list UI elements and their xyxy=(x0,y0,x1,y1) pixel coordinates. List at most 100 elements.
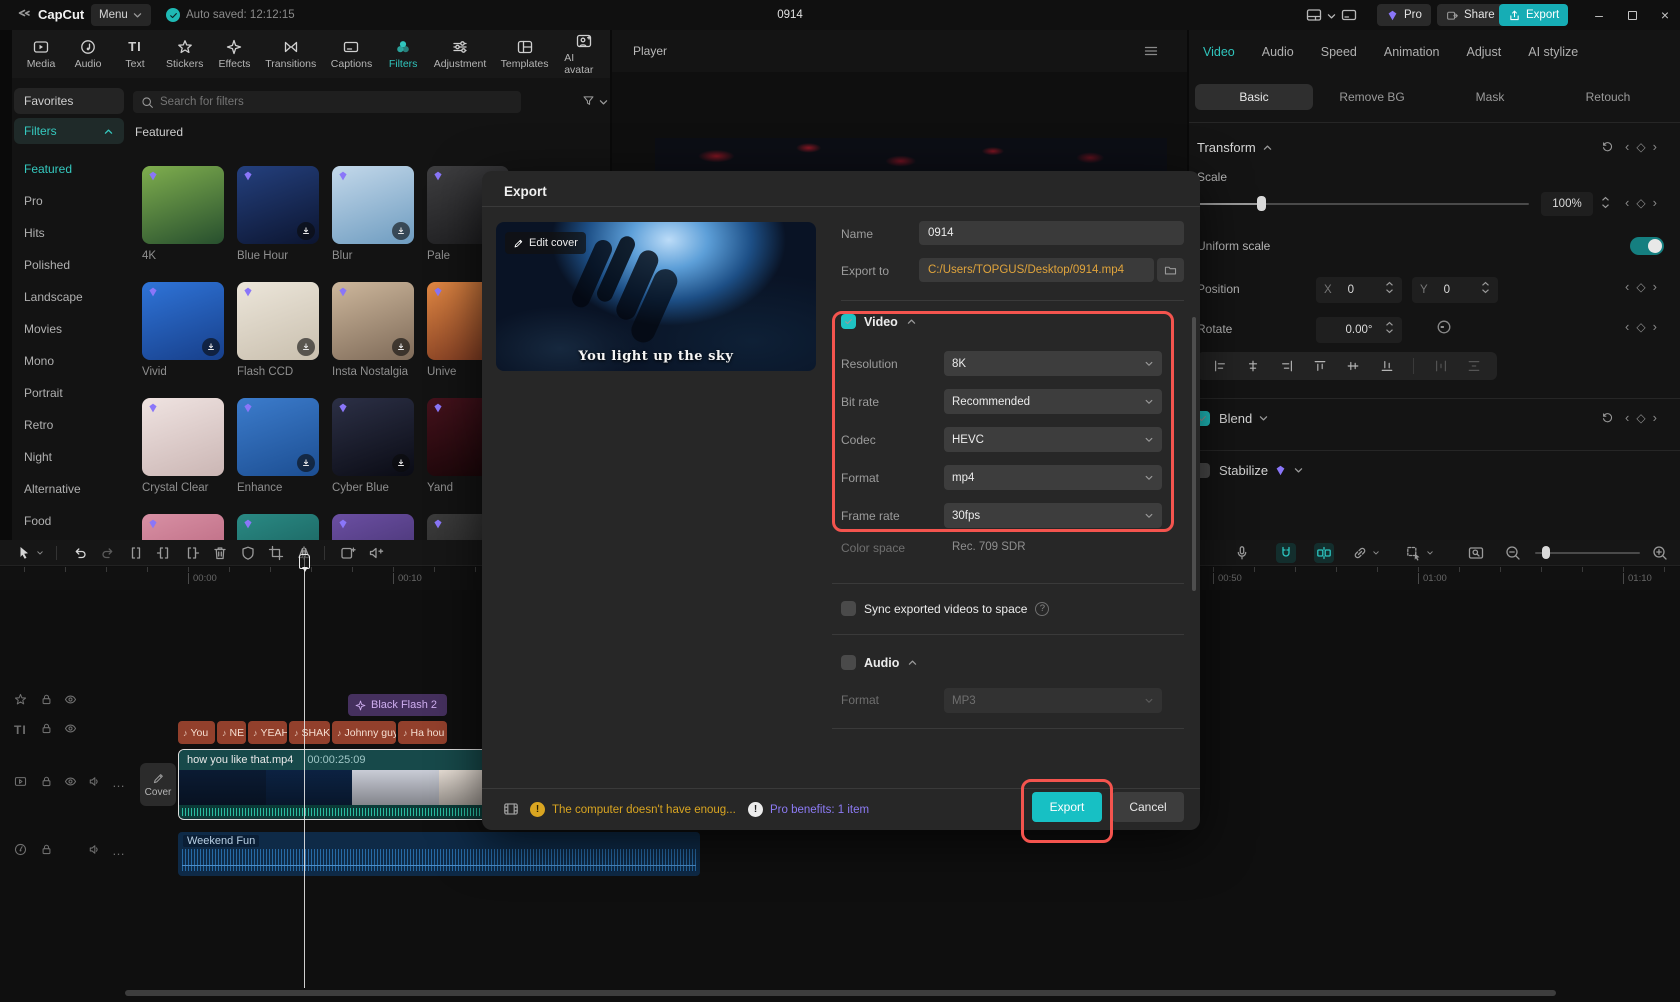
toolbar-item-transitions[interactable]: Transitions xyxy=(261,37,321,72)
subtab-retouch[interactable]: Retouch xyxy=(1549,84,1667,110)
toolbar-item-stickers[interactable]: Stickers xyxy=(161,37,208,72)
rotate-dial-icon[interactable] xyxy=(1436,319,1452,335)
filter-card-blue-hour[interactable]: Blue Hour xyxy=(237,166,319,262)
export-button-titlebar[interactable]: Export xyxy=(1499,4,1568,26)
trim-left-icon[interactable] xyxy=(156,545,172,561)
dropdown-resolution[interactable]: 8K xyxy=(944,351,1162,376)
pro-benefits-text[interactable]: Pro benefits: 1 item xyxy=(770,804,869,816)
filter-card-insta-nostalgia[interactable]: Insta Nostalgia xyxy=(332,282,414,378)
download-icon[interactable] xyxy=(202,338,220,356)
video-track-icon[interactable] xyxy=(14,775,27,788)
scale-stepper[interactable] xyxy=(1601,196,1610,209)
export-path-input[interactable]: C:/Users/TOPGUS/Desktop/0914.mp4 xyxy=(919,258,1154,282)
horizontal-scrollbar[interactable] xyxy=(125,990,1556,996)
scale-slider-thumb[interactable] xyxy=(1257,196,1266,211)
magnet-icon[interactable] xyxy=(1276,543,1296,563)
align-center-h-icon[interactable] xyxy=(1246,359,1260,373)
filter-card-blur[interactable]: Blur xyxy=(332,166,414,262)
speaker-icon[interactable] xyxy=(88,843,101,856)
y-stepper[interactable] xyxy=(1481,281,1490,294)
video-preview[interactable] xyxy=(655,138,1167,171)
export-confirm-button[interactable]: Export xyxy=(1032,792,1102,822)
tab-animation[interactable]: Animation xyxy=(1384,45,1440,59)
trim-right-icon[interactable] xyxy=(184,545,200,561)
download-icon[interactable] xyxy=(297,454,315,472)
eye-icon[interactable] xyxy=(64,693,77,706)
sync-checkbox[interactable] xyxy=(841,601,856,616)
tab-ai-stylize[interactable]: AI stylize xyxy=(1528,45,1578,59)
edit-cover-button[interactable]: Edit cover xyxy=(505,232,586,254)
blend-reset-icon[interactable] xyxy=(1601,411,1614,424)
x-stepper[interactable] xyxy=(1385,281,1394,294)
transform-section[interactable]: Transform xyxy=(1197,140,1273,155)
cursor-icon[interactable] xyxy=(16,545,32,561)
funnel-icon[interactable] xyxy=(582,94,595,107)
stabilize-section[interactable]: Stabilize xyxy=(1219,463,1304,478)
star-icon[interactable] xyxy=(14,693,27,706)
tab-video[interactable]: Video xyxy=(1203,45,1235,59)
close-button[interactable]: × xyxy=(1650,0,1680,30)
align-top-icon[interactable] xyxy=(1313,359,1327,373)
align-left-icon[interactable] xyxy=(1213,359,1227,373)
keyframe-controls[interactable]: ‹◇› xyxy=(1625,139,1657,154)
effect-clip[interactable]: Black Flash 2 xyxy=(348,694,447,716)
trash-icon[interactable] xyxy=(212,545,228,561)
download-icon[interactable] xyxy=(392,338,410,356)
timeline-zoom-slider[interactable] xyxy=(1535,552,1640,554)
align-bottom-icon[interactable] xyxy=(1380,359,1394,373)
download-icon[interactable] xyxy=(297,338,315,356)
align-right-icon[interactable] xyxy=(1280,359,1294,373)
sidebar-item-portrait[interactable]: Portrait xyxy=(14,378,124,408)
filter-card-cyber-blue[interactable]: Cyber Blue xyxy=(332,398,414,494)
link-icon[interactable] xyxy=(1352,545,1368,561)
text-clip[interactable]: ♪SHAK xyxy=(289,721,330,744)
minimize-button[interactable]: – xyxy=(1584,0,1614,30)
audio-clip[interactable]: Weekend Fun xyxy=(178,832,700,876)
collapse-icon[interactable] xyxy=(907,657,918,668)
dialog-scrollbar[interactable] xyxy=(1192,317,1196,591)
sidebar-item-hits[interactable]: Hits xyxy=(14,218,124,248)
video-checkbox[interactable] xyxy=(841,314,856,329)
text-clip[interactable]: ♪NE xyxy=(217,721,246,744)
text-clip[interactable]: ♪YEAH xyxy=(248,721,287,744)
subtab-basic[interactable]: Basic xyxy=(1195,84,1313,110)
autosnap-icon[interactable] xyxy=(1314,543,1334,563)
text-clip[interactable]: ♪You xyxy=(178,721,215,744)
ellipsis-icon[interactable]: … xyxy=(112,843,126,858)
rotate-stepper[interactable] xyxy=(1385,321,1394,334)
preview-axis-icon[interactable] xyxy=(1468,545,1484,561)
layout-icon[interactable] xyxy=(1306,7,1322,23)
help-icon[interactable]: ? xyxy=(1035,602,1049,616)
download-icon[interactable] xyxy=(392,222,410,240)
toolbar-item-ai-avatar[interactable]: AI avatar xyxy=(558,31,610,78)
filter-card-partial[interactable] xyxy=(142,514,224,540)
audio-checkbox[interactable] xyxy=(841,655,856,670)
sidebar-item-polished[interactable]: Polished xyxy=(14,250,124,280)
sidebar-item-movies[interactable]: Movies xyxy=(14,314,124,344)
add-media-icon[interactable] xyxy=(340,545,356,561)
audio-format-dropdown[interactable]: MP3 xyxy=(944,688,1162,713)
filter-card-vivid[interactable]: Vivid xyxy=(142,282,224,378)
sidebar-item-favorites[interactable]: Favorites xyxy=(14,88,124,114)
align-center-v-icon[interactable] xyxy=(1346,359,1360,373)
speaker-icon[interactable] xyxy=(88,775,101,788)
mic-icon[interactable] xyxy=(1234,545,1250,561)
panel-toggle-icon[interactable] xyxy=(1341,7,1357,23)
toolbar-item-filters[interactable]: Filters xyxy=(382,37,424,72)
maximize-button[interactable] xyxy=(1617,0,1647,30)
dropdown-frame-rate[interactable]: 30fps xyxy=(944,503,1162,528)
text-clip[interactable]: ♪Ha hou xyxy=(398,721,447,744)
search-input[interactable] xyxy=(160,96,480,108)
filter-search[interactable] xyxy=(133,91,521,113)
filter-card-partial[interactable] xyxy=(237,514,319,540)
scale-value[interactable]: 100% xyxy=(1541,192,1593,216)
menu-button[interactable]: Menu xyxy=(91,4,151,26)
distribute-h-icon[interactable] xyxy=(1434,359,1448,373)
sidebar-item-pro[interactable]: Pro xyxy=(14,186,124,216)
lock-icon[interactable] xyxy=(40,693,53,706)
ellipsis-icon[interactable]: … xyxy=(112,775,126,790)
cancel-button[interactable]: Cancel xyxy=(1112,792,1184,822)
uniform-scale-toggle[interactable] xyxy=(1630,237,1664,255)
tab-speed[interactable]: Speed xyxy=(1321,45,1357,59)
audio-track-icon[interactable] xyxy=(14,843,27,856)
